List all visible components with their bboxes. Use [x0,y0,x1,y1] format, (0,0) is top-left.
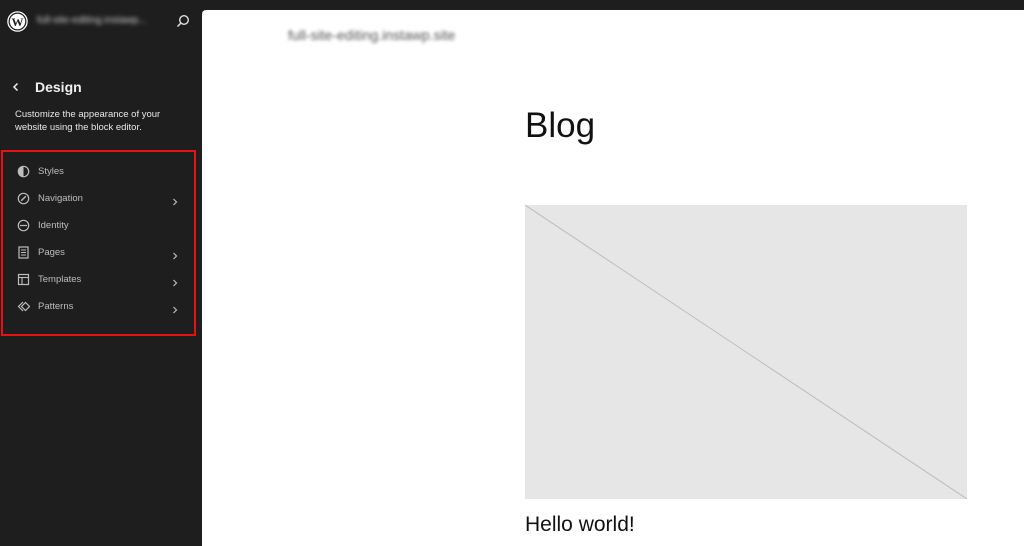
sidebar-item-label: Navigation [38,193,83,204]
sidebar-description: Customize the appearance of your website… [15,109,161,133]
sidebar-item-label: Styles [38,166,64,177]
sidebar-item-pages[interactable]: Pages [3,241,194,265]
chevron-right-icon [171,302,179,314]
sidebar-item-label: Templates [38,274,82,285]
sidebar: W full-site-editing.instawp... Design Cu… [0,0,202,546]
sidebar-item-navigation[interactable]: Navigation [3,187,194,211]
back-button[interactable] [9,80,23,94]
sidebar-title: Design [35,79,82,95]
placeholder-diagonal [524,204,968,500]
featured-image-placeholder [524,204,968,500]
search-icon[interactable] [175,13,191,29]
design-navigation-menu: Styles Navigation Identity Pages Templat… [1,150,196,336]
sidebar-item-label: Pages [38,247,65,258]
site-header: W full-site-editing.instawp... [0,0,202,44]
half-circle-icon [17,165,30,178]
identity-icon [17,219,30,232]
page-title: Blog [525,106,596,145]
svg-text:W: W [12,15,24,29]
sidebar-item-styles[interactable]: Styles [3,160,194,184]
post-title[interactable]: Hello world! [525,513,635,537]
sidebar-item-templates[interactable]: Templates [3,268,194,292]
wordpress-logo-icon[interactable]: W [7,11,28,32]
canvas-site-title[interactable]: full-site-editing.instawp.site [288,27,455,43]
sidebar-item-patterns[interactable]: Patterns [3,295,194,319]
layout-icon [17,273,30,286]
page-icon [17,246,30,259]
chevron-left-icon [12,82,19,92]
chevron-right-icon [171,248,179,260]
chevron-right-icon [171,275,179,287]
site-title[interactable]: full-site-editing.instawp... [37,15,162,29]
compass-icon [17,192,30,205]
symbol-icon [17,300,31,313]
sidebar-item-identity[interactable]: Identity [3,214,194,238]
chevron-right-icon [171,194,179,206]
sidebar-item-label: Identity [38,220,69,231]
sidebar-item-label: Patterns [38,301,74,312]
editor-canvas-preview[interactable]: full-site-editing.instawp.site Blog Hell… [202,10,1024,546]
